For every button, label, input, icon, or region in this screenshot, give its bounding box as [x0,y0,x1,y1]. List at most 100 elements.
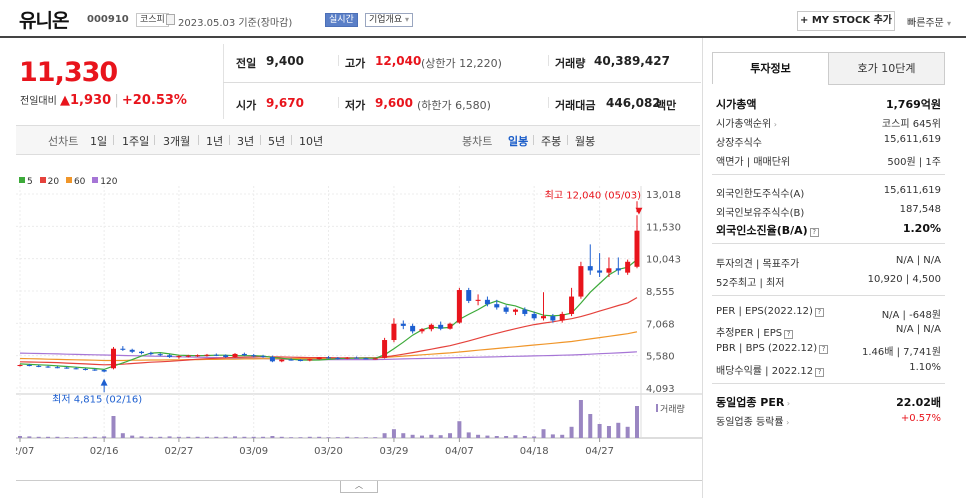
candle-body [615,268,621,271]
volume-bar [233,436,238,438]
volume-bar [298,437,303,438]
realtime-button[interactable]: 실시간 [325,13,358,27]
candle-body [484,299,490,305]
market-cap-label: 시가총액 [716,98,757,111]
dividend-value: 1.10% [909,362,941,373]
add-my-stock-button[interactable]: + MY STOCK 추가 [797,11,895,31]
company-info-dropdown[interactable]: 기업개요 ▾ [365,13,414,27]
candle-body [410,325,416,332]
rank-row[interactable]: 시가총액순위 › 코스피 645위 [716,115,941,130]
volume-bar [625,426,630,438]
chevron-up-icon: ︿ [355,481,363,490]
candle-body [120,348,126,350]
help-icon[interactable]: ? [809,228,819,237]
foreign-hold-value: 187,548 [899,204,941,215]
x-tick-label: 04/18 [520,446,549,457]
divider [154,135,155,145]
y-tick-label: 8,555 [646,287,675,298]
help-icon[interactable]: ? [819,345,829,354]
rank-value: 코스피 645위 [881,119,941,130]
open-value: 9,670 [266,96,304,110]
help-icon[interactable]: ? [784,330,794,339]
candle-body [531,313,537,319]
y-tick-label: 10,043 [646,255,681,266]
sector-change-row[interactable]: 동일업종 등락률 › +0.57% [716,413,941,428]
volume-bar [606,426,611,438]
volume-bar [578,400,583,438]
x-tick-label: 02/16 [90,446,119,457]
candle-body [587,266,593,271]
quote-date: 2023.05.03 기준(장마감) [178,18,293,29]
per-row: PER | EPS(2022.12)? N/A | -648원 [716,306,941,321]
help-icon[interactable]: ? [814,308,824,317]
candle-body [559,313,565,321]
volume-bar [120,433,125,438]
candle-body [148,353,154,355]
volume-bar [391,429,396,438]
candle-weekly-tab[interactable]: 주봉 [541,133,561,149]
candle-monthly-tab[interactable]: 월봉 [575,133,595,149]
help-icon[interactable]: ? [815,368,825,377]
low-value: 9,600 [375,96,413,110]
candle-body [372,358,378,360]
period-3m[interactable]: 3개월 [163,133,190,149]
volume-bar [616,422,621,438]
candle-body [503,307,509,312]
foreign-hold-label: 외국인보유주식수(B) [716,208,805,219]
candle-body [92,369,98,371]
rank-label: 시가총액순위 [716,119,772,130]
period-3y[interactable]: 3년 [237,133,254,149]
foreign-ratio-label: 외국인소진율(B/A) [716,224,808,237]
period-5y[interactable]: 5년 [268,133,285,149]
par-label: 액면가 | 매매단위 [716,157,791,168]
opinion-row: 투자의견 | 목표주가 N/A | N/A [716,255,941,270]
volume-bar [457,421,462,438]
foreign-ratio-value: 1.20% [902,222,941,235]
volume-bar [550,434,555,438]
volume-bar [242,436,247,438]
period-1w[interactable]: 1주일 [122,133,149,149]
candle-body [344,357,350,359]
period-1y[interactable]: 1년 [206,133,223,149]
period-10y[interactable]: 10년 [299,133,323,149]
candle-body [64,367,70,369]
sector-per-row[interactable]: 동일업종 PER › 22.02배 [716,394,941,409]
prev-close-label: 전일 [236,57,257,70]
candle-body [438,324,444,329]
x-tick-label: 04/27 [585,446,614,457]
candle-daily-tab[interactable]: 일봉 [508,133,528,149]
volume-bar [167,436,172,438]
line-chart-label: 선차트 [48,135,79,148]
quick-order-dropdown[interactable]: 빠른주문 ▾ [907,14,951,29]
divider [533,135,534,145]
par-row: 액면가 | 매매단위 500원 | 1주 [716,153,941,168]
panel-divider [702,38,703,498]
candle-body [569,296,575,314]
volume-bar [64,437,69,438]
candle-body [26,365,32,367]
volume-bar [83,436,88,438]
divider [198,135,199,145]
volume-bar [466,432,471,438]
x-tick-label: 02/07 [16,446,34,457]
volume-bar [111,416,116,438]
candle-body [185,355,191,357]
tab-invest-info[interactable]: 투자정보 [712,52,829,85]
price-chart[interactable]: 13,018 11,530 10,043 8,555 7,068 5,580 4,093 02… [16,172,702,472]
week52-value: 10,920 | 4,500 [867,274,941,285]
market-tag: 코스피 [136,13,169,27]
period-1d[interactable]: 1일 [90,133,107,149]
candle-body [316,357,322,360]
sector-per-label: 동일업종 PER [716,396,785,409]
volume-bar [223,436,228,438]
candle-body [634,230,640,267]
tab-orderbook[interactable]: 호가 10단계 [828,52,945,85]
change-amount: ▲1,930 [60,93,112,108]
volume-bar [176,436,181,438]
volume-bar [448,433,453,438]
volume-bar [541,429,546,438]
candle-body [73,368,79,370]
collapse-chart-button[interactable]: ︿ [340,481,378,493]
stock-code: 000910 [87,14,129,25]
candle-body [606,268,612,273]
